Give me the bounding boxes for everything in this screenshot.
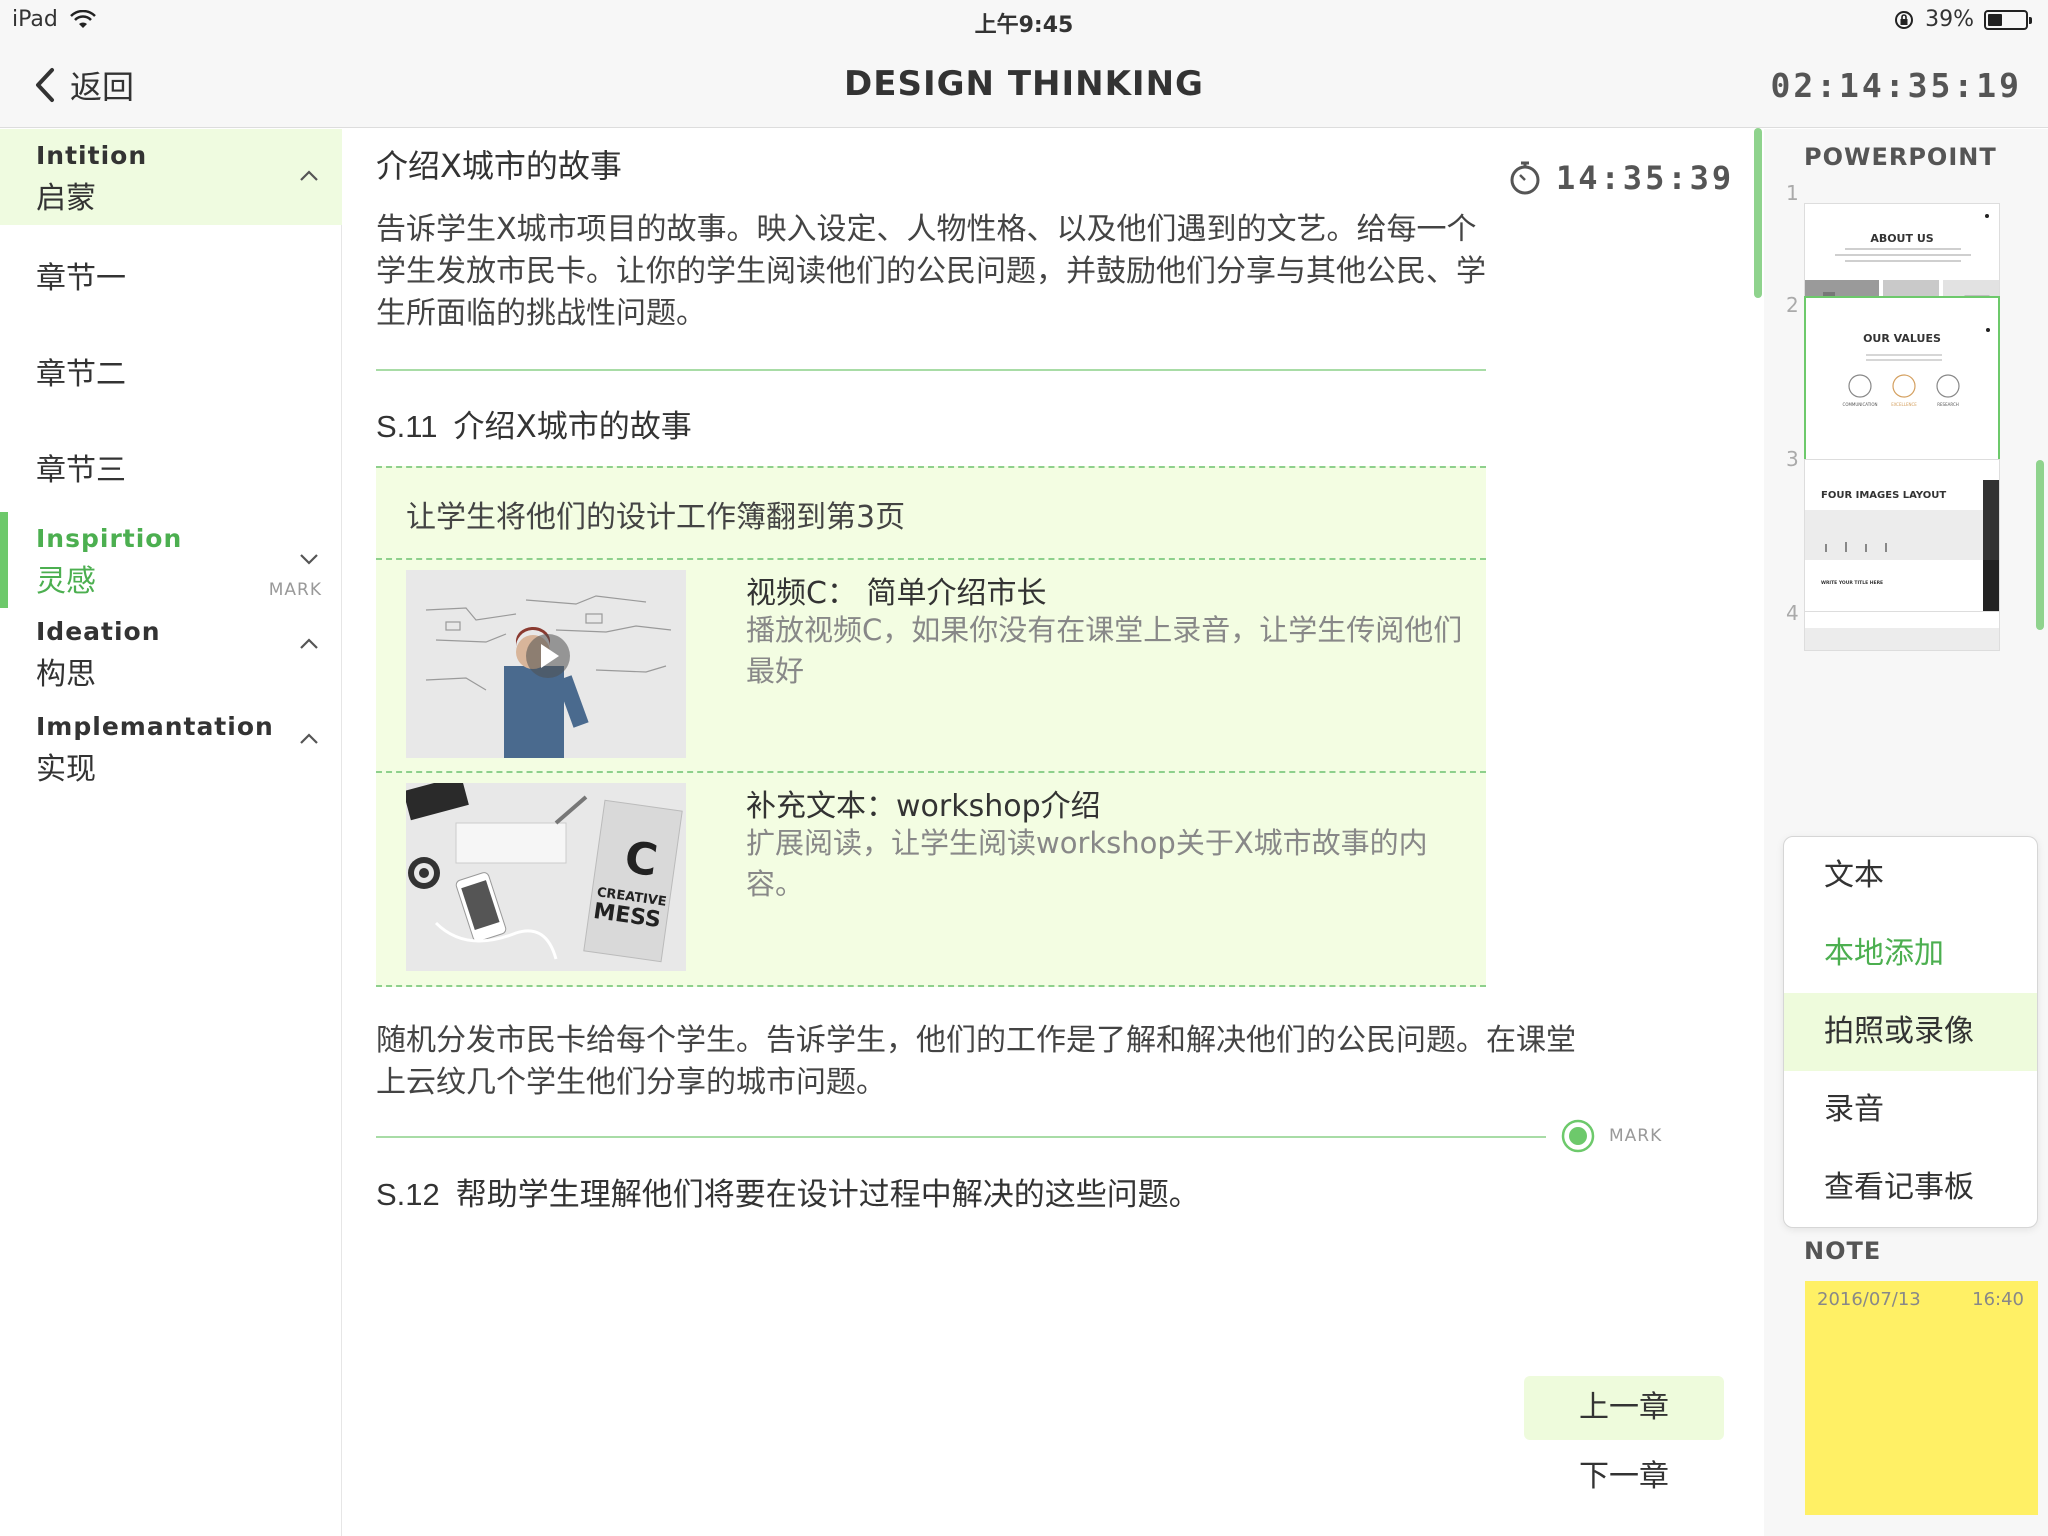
main-scrollbar[interactable] [1754, 128, 1762, 298]
divider [376, 1136, 1546, 1138]
mark-button[interactable]: MARK [1561, 1119, 1662, 1153]
slide-thumbnail-3[interactable]: FOUR IMAGES LAYOUT WRITE YOUR TITLE HERE [1804, 459, 2000, 631]
back-label: 返回 [70, 68, 135, 106]
sidebar-section-intition[interactable]: Intition 启蒙 [0, 129, 342, 225]
note-heading: NOTE [1804, 1237, 1882, 1265]
powerpoint-heading: POWERPOINT [1804, 143, 1997, 171]
status-bar: iPad 上午9:45 39% [0, 0, 2048, 40]
lesson-title: 介绍X城市的故事 [376, 147, 622, 185]
slide-number: 2 [1786, 293, 1799, 317]
slide-3-graphic: WRITE YOUR TITLE HERE [1805, 480, 1999, 630]
chevron-up-icon[interactable] [298, 732, 320, 746]
section-heading: 介绍X城市的故事 [453, 409, 692, 445]
add-menu-popup: 文本 本地添加 拍照或录像 录音 查看记事板 [1783, 836, 2038, 1228]
menu-item-audio[interactable]: 录音 [1784, 1071, 2037, 1149]
media-item-text[interactable]: C CREATIVE MESS 补充文本：workshop介绍 扩展阅读，让学生… [376, 771, 1486, 987]
lesson-clock: 14:35:39 [1508, 159, 1734, 197]
rotation-lock-icon [1895, 10, 1914, 29]
slide-number: 3 [1786, 447, 1799, 471]
media-description: 播放视频C，如果你没有在课堂上录音，让学生传阅他们最好 [746, 613, 1463, 688]
slide-2-graphic: COMMUNICATION EXCELLENCE RESEARCH [1843, 328, 1990, 407]
sidebar-section-inspirtion[interactable]: Inspirtion 灵感 MARK [0, 512, 342, 608]
slide-thumbnail-4[interactable] [1804, 611, 2000, 651]
chevron-down-icon[interactable] [298, 552, 320, 566]
media-title: 视频C： 简单介绍市长 [746, 576, 1047, 611]
slide-subtitle: WRITE YOUR TITLE HERE [1821, 580, 1883, 586]
section-cn-label: 实现 [36, 752, 96, 787]
note-date: 2016/07/13 [1817, 1289, 1921, 1310]
status-time: 上午9:45 [974, 13, 1074, 38]
sidebar-section-implemantation[interactable]: Implemantation 实现 [0, 712, 342, 792]
chevron-left-icon [36, 68, 54, 102]
session-timer: 02:14:35:19 [1770, 66, 2022, 105]
menu-item-photo-video[interactable]: 拍照或录像 [1784, 993, 2037, 1071]
media-description: 扩展阅读，让学生阅读workshop关于X城市故事的内容。 [746, 826, 1428, 901]
slide-number: 1 [1786, 181, 1799, 205]
section-cn-label: 灵感 [36, 564, 96, 599]
menu-item-text[interactable]: 文本 [1784, 837, 2037, 915]
stopwatch-icon [1510, 161, 1540, 195]
note-time: 16:40 [1972, 1289, 2024, 1310]
instruction-text: 让学生将他们的设计工作簿翻到第3页 [406, 500, 906, 535]
page-title: DESIGN THINKING [844, 64, 1204, 104]
mark-label: MARK [268, 580, 322, 600]
slide-number: 4 [1786, 601, 1799, 625]
menu-item-view-notes[interactable]: 查看记事板 [1784, 1149, 2037, 1227]
slide-4-graphic [1805, 628, 1999, 650]
chevron-up-icon[interactable] [298, 169, 320, 183]
slides-scrollbar[interactable] [2036, 460, 2044, 630]
radio-checked-icon [1561, 1119, 1595, 1153]
whiteboard-illustration [406, 570, 686, 758]
sidebar-chapter-2[interactable]: 章节二 [36, 349, 126, 393]
previous-chapter-button[interactable]: 上一章 [1524, 1376, 1724, 1440]
section-en-label: Implemantation [36, 712, 274, 741]
book-thumbnail[interactable]: C CREATIVE MESS [406, 783, 686, 971]
battery-percent: 39% [1925, 7, 1974, 32]
value-label: COMMUNICATION [1843, 402, 1878, 407]
chevron-up-icon[interactable] [298, 637, 320, 651]
sidebar-chapter-1[interactable]: 章节一 [36, 253, 126, 297]
menu-item-local-add[interactable]: 本地添加 [1784, 915, 2037, 993]
desk-illustration: C CREATIVE MESS [406, 783, 686, 971]
paragraph-text: 随机分发市民卡给每个学生。告诉学生，他们的工作是了解和解决他们的公民问题。在课堂… [376, 1023, 1576, 1100]
battery-icon [1984, 9, 2032, 30]
back-button[interactable]: 返回 [32, 62, 134, 108]
section-en-label: Ideation [36, 617, 161, 646]
instruction-box: 让学生将他们的设计工作簿翻到第3页 [376, 466, 1486, 558]
sidebar-section-ideation[interactable]: Ideation 构思 [0, 617, 342, 697]
intro-text: 告诉学生X城市项目的故事。映入设定、人物性格、以及他们遇到的文艺。给每一个学生发… [376, 212, 1486, 331]
clock-text: 14:35:39 [1556, 159, 1735, 197]
section-cn-label: 启蒙 [36, 181, 96, 216]
media-item-video[interactable]: 视频C： 简单介绍市长 播放视频C，如果你没有在课堂上录音，让学生传阅他们最好 [376, 558, 1486, 771]
sidebar-chapter-3[interactable]: 章节三 [36, 445, 126, 489]
section-en-label: Inspirtion [36, 524, 183, 553]
section-number: S.11 [376, 409, 438, 444]
section-cn-label: 构思 [36, 657, 96, 692]
section-s12-title: S.12 帮助学生理解他们将要在设计过程中解决的这些问题。 [376, 1169, 1200, 1214]
slide-thumbnail-2[interactable]: OUR VALUES COMMUNICATION EXCELLENCE RESE… [1804, 296, 2000, 468]
note-card[interactable]: 2016/07/13 16:40 [1805, 1281, 2038, 1515]
sidebar: Intition 启蒙 章节一 章节二 章节三 Inspirtion 灵感 MA… [0, 129, 342, 1536]
main-content: 介绍X城市的故事 14:35:39 告诉学生X城市项目的故事。映入设定、人物性格… [343, 129, 1743, 1536]
divider [376, 369, 1486, 371]
nav-bar: 返回 DESIGN THINKING 02:14:35:19 [0, 40, 2048, 128]
section-en-label: Intition [36, 141, 148, 170]
value-label: RESEARCH [1937, 402, 1959, 407]
section-s11-title: S.11 介绍X城市的故事 [376, 401, 692, 446]
mark-label: MARK [1609, 1126, 1663, 1146]
video-thumbnail[interactable] [406, 570, 686, 758]
section-number: S.12 [376, 1177, 440, 1212]
status-right: 39% [1893, 7, 2032, 32]
section-heading: 帮助学生理解他们将要在设计过程中解决的这些问题。 [455, 1177, 1200, 1213]
next-chapter-button[interactable]: 下一章 [1524, 1445, 1724, 1509]
media-title: 补充文本：workshop介绍 [746, 789, 1101, 824]
value-label: EXCELLENCE [1891, 402, 1917, 407]
